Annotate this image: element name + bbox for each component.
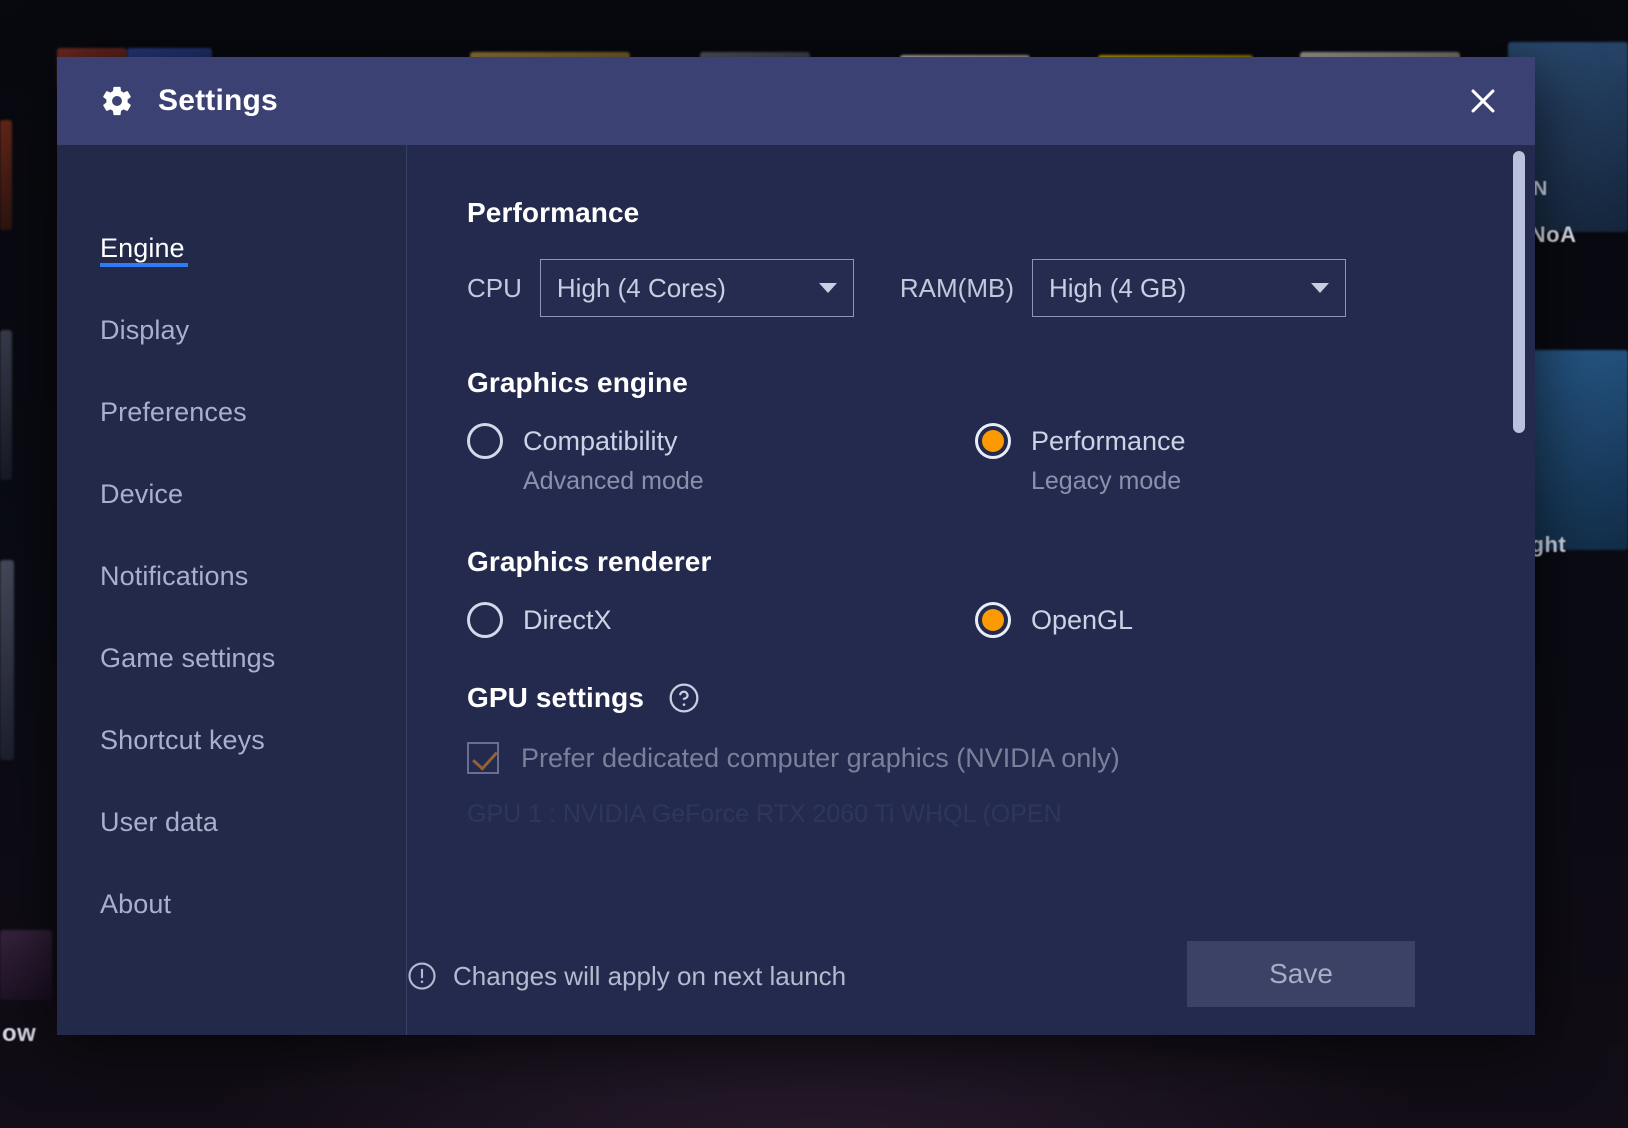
sidebar-item-engine[interactable]: Engine bbox=[57, 207, 407, 289]
footer-note-text: Changes will apply on next launch bbox=[453, 960, 847, 991]
gpu-settings-header: GPU settings bbox=[467, 682, 1535, 714]
radio-label: Performance bbox=[1031, 425, 1186, 456]
sidebar-item-about[interactable]: About bbox=[57, 863, 407, 945]
cpu-select-value: High (4 Cores) bbox=[556, 272, 726, 303]
graphics-engine-option-compatibility[interactable]: Compatibility Advanced mode bbox=[467, 423, 975, 496]
radio-opengl[interactable] bbox=[975, 602, 1011, 638]
performance-row: CPU High (4 Cores) RAM(MB) High (4 GB) bbox=[467, 259, 1535, 317]
footer-note: Changes will apply on next launch bbox=[407, 961, 846, 992]
background-game-tile bbox=[0, 930, 52, 1000]
radio-label: DirectX bbox=[523, 604, 612, 635]
ram-group: RAM(MB) High (4 GB) bbox=[900, 259, 1346, 317]
radio-label: Compatibility bbox=[523, 425, 678, 456]
background-game-tile bbox=[0, 330, 12, 480]
sidebar-item-notifications[interactable]: Notifications bbox=[57, 535, 407, 617]
info-circle-icon bbox=[408, 962, 436, 990]
scrollbar-thumb[interactable] bbox=[1513, 151, 1525, 433]
settings-content-engine: Performance CPU High (4 Cores) RAM(MB) H… bbox=[407, 145, 1535, 1035]
cpu-select[interactable]: High (4 Cores) bbox=[539, 259, 854, 317]
sidebar-item-label: User data bbox=[100, 806, 218, 837]
sidebar-item-label: Shortcut keys bbox=[100, 724, 265, 755]
background-tile-label: ow bbox=[2, 1020, 37, 1047]
sidebar-item-label: Engine bbox=[100, 232, 185, 263]
sidebar-item-label: Display bbox=[100, 314, 190, 345]
settings-sidebar: Engine Display Preferences Device Notifi… bbox=[57, 145, 407, 1035]
sidebar-item-user-data[interactable]: User data bbox=[57, 781, 407, 863]
graphics-renderer-heading: Graphics renderer bbox=[467, 546, 712, 577]
graphics-engine-heading: Graphics engine bbox=[467, 367, 688, 398]
performance-heading: Performance bbox=[467, 197, 640, 228]
radio-performance[interactable] bbox=[975, 423, 1011, 459]
sidebar-item-device[interactable]: Device bbox=[57, 453, 407, 535]
graphics-renderer-option-directx[interactable]: DirectX bbox=[467, 602, 975, 638]
sidebar-item-preferences[interactable]: Preferences bbox=[57, 371, 407, 453]
gpu-settings-heading: GPU settings bbox=[467, 682, 645, 713]
graphics-renderer-option-opengl[interactable]: OpenGL bbox=[975, 602, 1483, 638]
gear-icon bbox=[103, 86, 131, 116]
ram-label: RAM(MB) bbox=[899, 272, 1014, 303]
dialog-title: Settings bbox=[158, 84, 278, 117]
sidebar-item-label: Game settings bbox=[100, 642, 276, 673]
settings-dialog: Settings Engine Display Preferences Devi… bbox=[57, 57, 1535, 1035]
ram-select-value: High (4 GB) bbox=[1049, 272, 1187, 303]
sidebar-item-label: About bbox=[100, 888, 172, 919]
graphics-renderer-options: DirectX OpenGL bbox=[467, 602, 1535, 638]
prefer-dedicated-gpu-checkbox[interactable] bbox=[467, 742, 499, 774]
sidebar-item-display[interactable]: Display bbox=[57, 289, 407, 371]
save-button-label: Save bbox=[1269, 958, 1333, 989]
background-game-tile bbox=[0, 560, 14, 760]
content-scrollbar[interactable] bbox=[1513, 151, 1525, 1029]
ram-select[interactable]: High (4 GB) bbox=[1032, 259, 1346, 317]
prefer-dedicated-gpu-label: Prefer dedicated computer graphics (NVID… bbox=[521, 742, 1120, 773]
help-circle-icon[interactable] bbox=[668, 682, 700, 714]
radio-compatibility[interactable] bbox=[467, 423, 503, 459]
chevron-down-icon bbox=[818, 283, 837, 293]
sidebar-item-shortcut-keys[interactable]: Shortcut keys bbox=[57, 699, 407, 781]
active-indicator bbox=[100, 263, 188, 267]
radio-sublabel: Legacy mode bbox=[1031, 467, 1182, 495]
save-button[interactable]: Save bbox=[1187, 941, 1415, 1007]
sidebar-item-label: Device bbox=[100, 478, 184, 509]
close-icon[interactable] bbox=[1461, 79, 1505, 123]
gpu-device-text: GPU 1 : NVIDIA GeForce RTX 2060 Ti WHQL … bbox=[467, 800, 1062, 828]
dialog-titlebar: Settings bbox=[57, 57, 1535, 145]
chevron-down-icon bbox=[1311, 283, 1329, 293]
graphics-engine-options: Compatibility Advanced mode Performance … bbox=[467, 423, 1535, 496]
sidebar-item-label: Notifications bbox=[100, 560, 249, 591]
radio-sublabel: Advanced mode bbox=[523, 467, 704, 495]
graphics-engine-option-performance[interactable]: Performance Legacy mode bbox=[975, 423, 1483, 496]
sidebar-item-label: Preferences bbox=[100, 396, 247, 427]
sidebar-item-game-settings[interactable]: Game settings bbox=[57, 617, 407, 699]
cpu-label: CPU bbox=[467, 272, 522, 303]
radio-directx[interactable] bbox=[467, 602, 503, 638]
dialog-body: Engine Display Preferences Device Notifi… bbox=[57, 145, 1535, 1035]
background-game-tile bbox=[0, 120, 12, 230]
radio-label: OpenGL bbox=[1031, 604, 1134, 635]
prefer-dedicated-gpu-row[interactable]: Prefer dedicated computer graphics (NVID… bbox=[467, 742, 1535, 774]
